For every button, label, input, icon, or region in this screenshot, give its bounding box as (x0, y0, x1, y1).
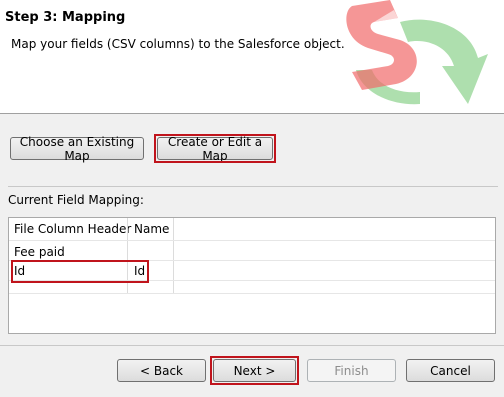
row-divider (9, 293, 495, 294)
table-header: File Column Header Name (9, 218, 495, 241)
row-divider (9, 260, 495, 261)
column-divider (173, 218, 174, 294)
table-cell-file-column[interactable]: Fee paid (14, 245, 65, 259)
wizard-header: Step 3: Mapping Map your fields (CSV col… (0, 0, 504, 113)
create-or-edit-map-button[interactable]: Create or Edit a Map (157, 135, 273, 163)
footer-divider (0, 345, 504, 346)
cancel-button[interactable]: Cancel (406, 359, 495, 382)
next-button[interactable]: Next > (213, 359, 296, 382)
row-divider (9, 280, 495, 281)
table-cell-name[interactable]: Id (134, 264, 145, 278)
step-subtitle: Map your fields (CSV columns) to the Sal… (11, 37, 345, 51)
step-title: Step 3: Mapping (5, 10, 126, 25)
column-header-name[interactable]: Name (134, 222, 169, 236)
choose-existing-map-button[interactable]: Choose an Existing Map (10, 135, 144, 163)
data-loader-logo-icon (346, 0, 488, 105)
field-mapping-table[interactable]: File Column Header Name Fee paid Id Id (8, 217, 496, 334)
row-divider (9, 240, 495, 241)
column-divider (127, 218, 128, 294)
current-mapping-label: Current Field Mapping: (8, 193, 144, 207)
column-header-file-column[interactable]: File Column Header (14, 222, 131, 236)
finish-button[interactable]: Finish (307, 359, 396, 382)
back-button[interactable]: < Back (117, 359, 206, 382)
header-divider (0, 113, 504, 114)
table-cell-file-column[interactable]: Id (14, 264, 25, 278)
section-divider (8, 186, 498, 187)
